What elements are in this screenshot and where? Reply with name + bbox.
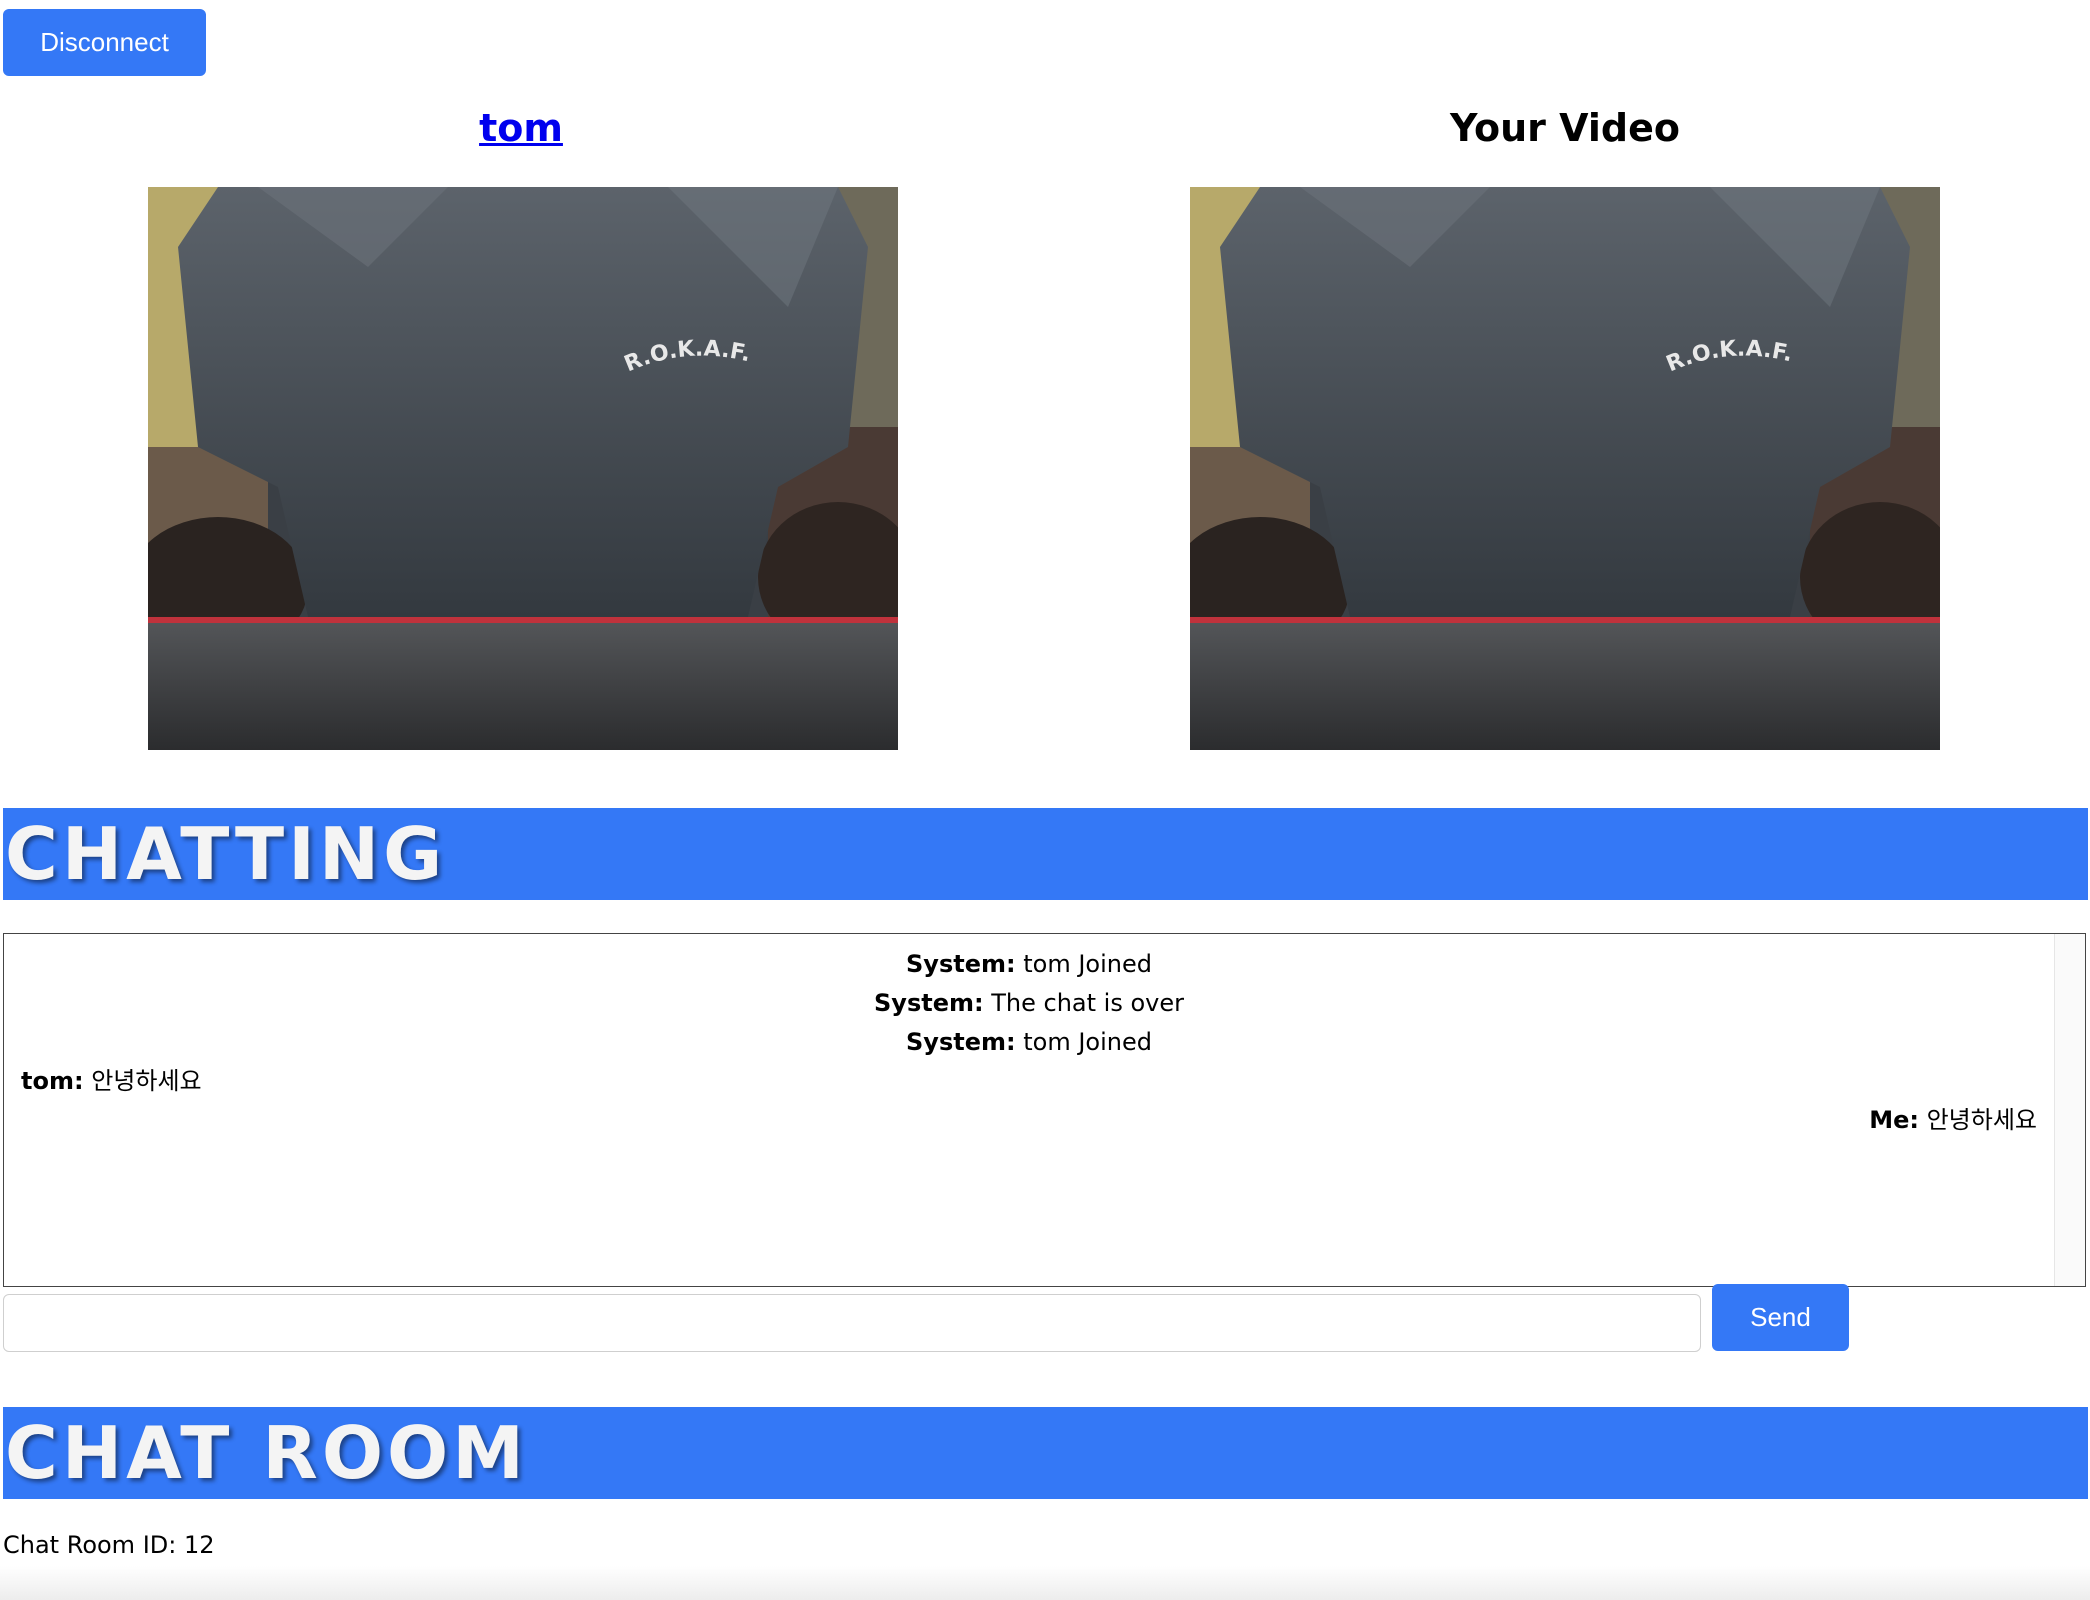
message-sender: Me: xyxy=(1869,1106,1919,1134)
remote-video: R.O.K.A.F. xyxy=(148,187,898,750)
message-text: tom Joined xyxy=(1023,1028,1152,1056)
remote-video-title: tom xyxy=(141,100,901,156)
chat-message: System: The chat is over xyxy=(4,984,2054,1023)
local-video-frame: R.O.K.A.F. xyxy=(1190,187,1940,750)
chat-message: System: tom Joined xyxy=(4,945,2054,984)
message-sender: tom: xyxy=(21,1067,84,1095)
chat-room-heading: CHAT ROOM xyxy=(3,1407,2088,1499)
chat-message: Me: 안녕하세요 xyxy=(1869,1101,2037,1140)
message-sender: System: xyxy=(906,1028,1016,1056)
disconnect-button[interactable]: Disconnect xyxy=(3,9,206,76)
send-button[interactable]: Send xyxy=(1712,1284,1849,1351)
chat-message-input[interactable] xyxy=(3,1294,1701,1352)
local-video: R.O.K.A.F. xyxy=(1190,187,1940,750)
chat-room-id: Chat Room ID: 12 xyxy=(3,1531,215,1559)
remote-user-link[interactable]: tom xyxy=(479,106,563,150)
chat-messages-panel[interactable]: System: tom Joined System: The chat is o… xyxy=(3,933,2086,1287)
remote-video-frame: R.O.K.A.F. xyxy=(148,187,898,750)
chat-scrollbar[interactable] xyxy=(2054,934,2085,1286)
message-text: tom Joined xyxy=(1023,950,1152,978)
message-sender: System: xyxy=(874,989,984,1017)
chat-message: System: tom Joined xyxy=(4,1023,2054,1062)
video-chat-page: Disconnect tom Your Video R.O.K.A.F. R.O… xyxy=(0,0,2090,1600)
message-text: 안녕하세요 xyxy=(91,1067,202,1095)
chatting-heading: CHATTING xyxy=(3,808,2088,900)
bottom-fade-divider xyxy=(0,1566,2090,1600)
message-sender: System: xyxy=(906,950,1016,978)
message-text: The chat is over xyxy=(991,989,1184,1017)
local-video-title: Your Video xyxy=(1449,106,1680,150)
chat-message: tom: 안녕하세요 xyxy=(21,1062,202,1101)
message-text: 안녕하세요 xyxy=(1926,1106,2037,1134)
